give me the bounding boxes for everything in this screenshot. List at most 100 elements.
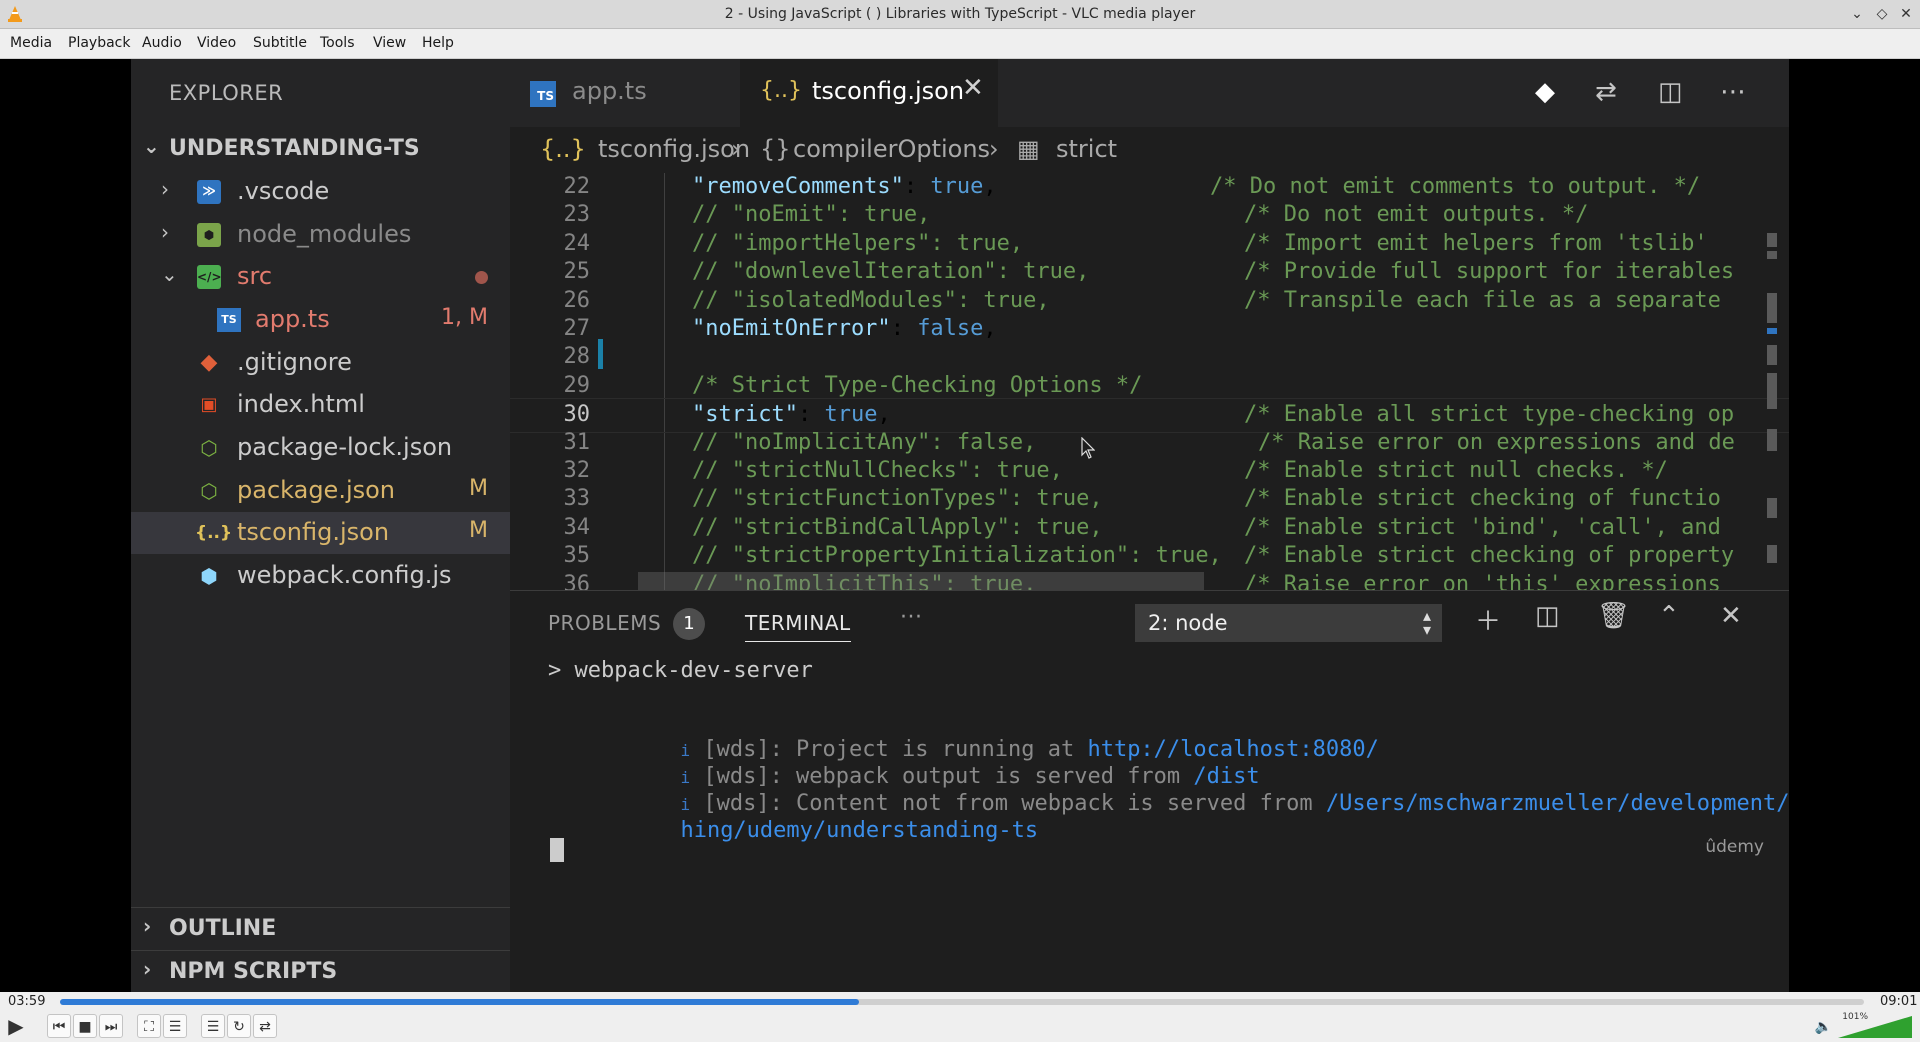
more-actions-icon[interactable]: ⋯ <box>1720 77 1746 107</box>
trash-icon[interactable]: 🗑 <box>1597 601 1630 631</box>
tree-item-index-html[interactable]: ▣ index.html <box>131 384 510 426</box>
typescript-file-icon: TS <box>530 81 556 107</box>
tree-item-label: package.json <box>237 476 396 504</box>
breadcrumb-section[interactable]: compilerOptions <box>793 135 990 163</box>
menu-video[interactable]: Video <box>197 35 236 51</box>
tab-problems[interactable]: PROBLEMS <box>548 611 661 635</box>
code-text: // "downlevelIteration": true, <box>692 259 1090 285</box>
node-folder-icon: ⬢ <box>197 223 221 247</box>
explorer-title: EXPLORER <box>169 81 284 105</box>
minimap-scrollbar[interactable] <box>1763 233 1781 563</box>
next-button[interactable]: ⏭ <box>99 1014 123 1038</box>
tree-item-tsconfig[interactable]: {..} tsconfig.json M <box>131 512 510 554</box>
tab-tsconfig[interactable]: {..} tsconfig.json ✕ <box>740 59 998 127</box>
mouse-pointer-icon <box>1081 437 1095 459</box>
fullscreen-button[interactable]: ⛶ <box>137 1014 161 1038</box>
node-file-icon: ⬡ <box>200 479 218 503</box>
outline-label: OUTLINE <box>169 916 277 941</box>
braces-icon: {} <box>760 135 791 163</box>
outline-section[interactable]: › OUTLINE <box>131 907 510 949</box>
tree-item-vscode[interactable]: › ≫ .vscode <box>131 171 510 213</box>
line-number: 26 <box>563 287 591 313</box>
more-tabs-icon[interactable]: ··· <box>900 605 922 630</box>
menu-audio[interactable]: Audio <box>142 35 182 51</box>
play-button[interactable]: ▶ <box>4 1014 28 1038</box>
split-terminal-icon[interactable]: ◫ <box>1535 601 1560 631</box>
terminal-link[interactable]: hing/udemy/understanding-ts <box>680 818 1038 843</box>
horizontal-scrollbar[interactable] <box>638 572 1204 590</box>
breadcrumb: {..} tsconfig.json › {} compilerOptions … <box>510 127 1789 173</box>
tab-label: tsconfig.json <box>812 77 965 105</box>
extended-settings-button[interactable]: ☰ <box>163 1014 187 1038</box>
tab-terminal[interactable]: TERMINAL <box>745 611 851 642</box>
tree-item-label: src <box>237 262 273 290</box>
git-icon[interactable]: ◆ <box>1535 77 1555 107</box>
previous-button[interactable]: ⏮ <box>47 1014 71 1038</box>
chevron-right-icon: › <box>143 957 152 981</box>
minimize-icon[interactable]: ⌄ <box>1847 4 1867 24</box>
tree-item-badge: M <box>469 518 488 543</box>
add-terminal-icon[interactable]: ＋ <box>1475 601 1501 638</box>
video-area[interactable]: EXPLORER ⌄ UNDERSTANDING-TS › ≫ .vscode … <box>0 59 1920 992</box>
explorer-root[interactable]: ⌄ UNDERSTANDING-TS <box>131 128 510 170</box>
close-panel-icon[interactable]: ✕ <box>1720 601 1742 631</box>
line-number: 22 <box>563 174 591 199</box>
line-number: 34 <box>563 514 591 540</box>
seek-bar[interactable] <box>60 999 1864 1005</box>
line-number: 28 <box>563 344 591 370</box>
tree-item-src[interactable]: ⌄ </> src <box>131 256 510 298</box>
code-text: // "isolatedModules": true, <box>692 287 1050 313</box>
chevron-right-icon: › <box>161 177 169 201</box>
loop-button[interactable]: ↻ <box>227 1014 251 1038</box>
tree-item-app-ts[interactable]: TS app.ts 1, M <box>131 299 510 341</box>
compare-changes-icon[interactable]: ⇄ <box>1595 77 1617 107</box>
tree-item-node-modules[interactable]: › ⬢ node_modules <box>131 214 510 256</box>
menu-media[interactable]: Media <box>10 35 52 51</box>
terminal-line: hing/udemy/understanding-ts <box>548 793 1038 868</box>
line-number: 32 <box>563 458 591 483</box>
npm-scripts-section[interactable]: › NPM SCRIPTS <box>131 950 510 992</box>
chevron-up-icon[interactable]: ⌃ <box>1658 601 1680 631</box>
tree-item-label: tsconfig.json <box>237 518 390 546</box>
breadcrumb-file[interactable]: tsconfig.json <box>598 135 750 163</box>
close-tab-icon[interactable]: ✕ <box>962 73 984 103</box>
tab-app-ts[interactable]: TS app.ts <box>510 59 740 127</box>
terminal-link[interactable]: /Users/mschwarzmueller/development/teac <box>1326 791 1789 816</box>
tree-item-webpack-config[interactable]: ⬢ webpack.config.js <box>131 555 510 597</box>
menu-playback[interactable]: Playback <box>68 35 130 51</box>
close-icon[interactable]: ✕ <box>1896 4 1916 24</box>
line-number: 24 <box>563 230 591 256</box>
shuffle-button[interactable]: ⇄ <box>253 1014 277 1038</box>
tree-item-package-lock[interactable]: ⬡ package-lock.json <box>131 427 510 469</box>
line-number: 35 <box>563 543 591 569</box>
tree-item-gitignore[interactable]: ◆ .gitignore <box>131 342 510 384</box>
code-text: // "strictBindCallApply": true, <box>692 514 1103 540</box>
playlist-button[interactable]: ☰ <box>201 1014 225 1038</box>
json-file-icon: {..} <box>540 135 586 163</box>
terminal-cursor <box>550 838 564 862</box>
line-number: 30 <box>563 402 591 428</box>
terminal-select[interactable]: 2: node ▴ ▾ <box>1135 604 1442 642</box>
code-comment: /* Enable all strict type-checking op <box>1244 402 1735 428</box>
vscode-window: EXPLORER ⌄ UNDERSTANDING-TS › ≫ .vscode … <box>131 59 1789 992</box>
menu-subtitle[interactable]: Subtitle <box>253 35 307 51</box>
maximize-icon[interactable]: ◇ <box>1872 4 1892 24</box>
speaker-icon[interactable]: 🔈 <box>1815 1019 1832 1035</box>
editor-area: TS app.ts {..} tsconfig.json ✕ ◆ ⇄ ◫ ⋯ {… <box>510 59 1789 992</box>
line-number: 29 <box>563 372 591 398</box>
menu-tools[interactable]: Tools <box>320 35 355 51</box>
split-editor-icon[interactable]: ◫ <box>1658 77 1683 107</box>
line-number: 31 <box>563 429 591 455</box>
menu-bar: Media Playback Audio Video Subtitle Tool… <box>0 29 1920 59</box>
menu-view[interactable]: View <box>373 35 406 51</box>
tree-item-package-json[interactable]: ⬡ package.json M <box>131 470 510 512</box>
menu-help[interactable]: Help <box>422 35 454 51</box>
code-editor[interactable]: 22 "removeComments": true, /* Do not emit … <box>510 173 1789 590</box>
chevron-right-icon: › <box>161 220 169 244</box>
npm-scripts-label: NPM SCRIPTS <box>169 959 338 984</box>
breadcrumb-leaf[interactable]: strict <box>1056 135 1117 163</box>
code-comment: /* Enable strict 'bind', 'call', and <box>1244 514 1721 540</box>
stop-button[interactable]: ■ <box>73 1014 97 1038</box>
window-title-bar: 2 - Using JavaScript ( ) Libraries with … <box>0 0 1920 29</box>
volume-slider[interactable] <box>1838 1016 1912 1038</box>
